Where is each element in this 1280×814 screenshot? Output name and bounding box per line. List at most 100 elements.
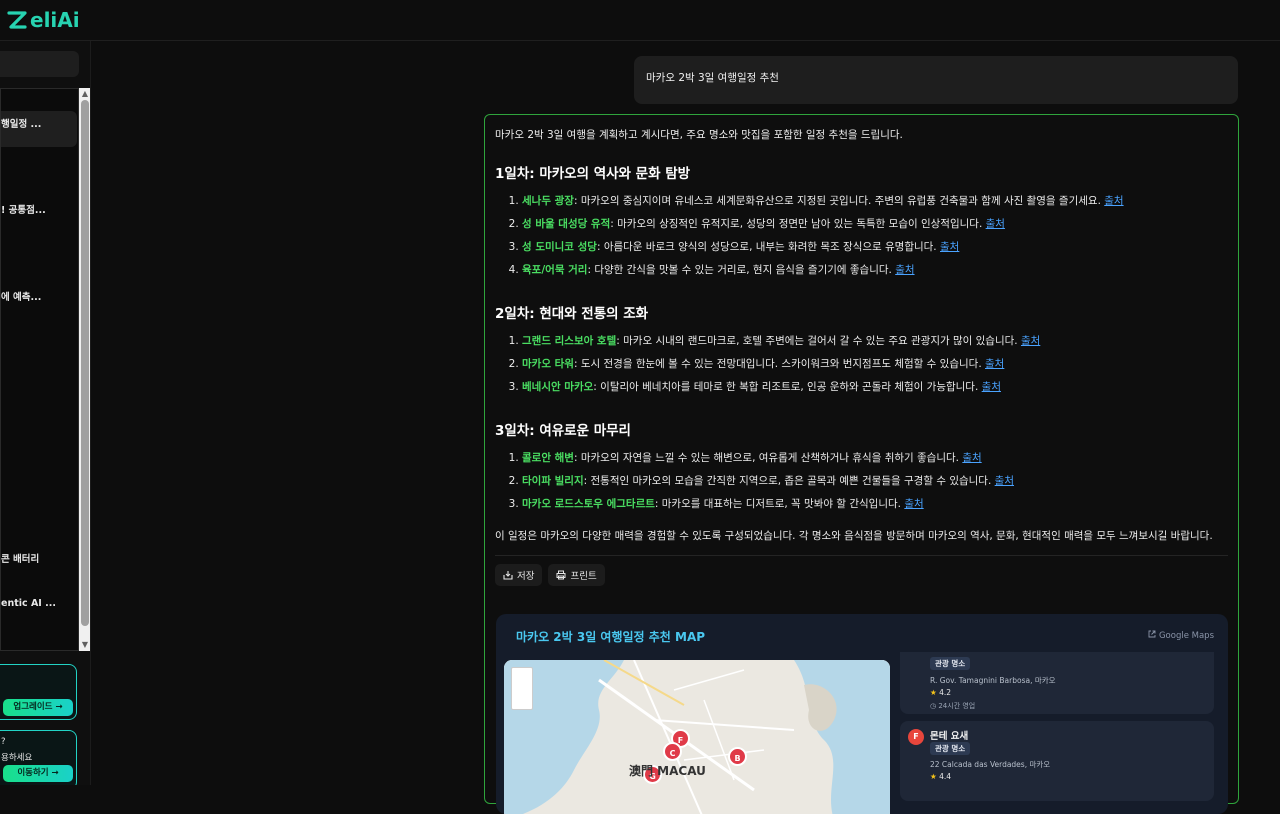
poi-rating: ★ 4.2 [930,688,951,697]
move-promo-card: ? 용하세요 이동하기 → [0,730,77,785]
itinerary-item: 타이파 빌리지: 전통적인 마카오의 모습을 간직한 지역으로, 좁은 골목과 … [522,470,1228,493]
sidebar-search-input[interactable] [0,51,79,77]
print-label: 프린트 [570,571,597,582]
source-link[interactable]: 출처 [982,381,1001,393]
poi-rating-value: 4.4 [939,772,952,781]
star-icon: ★ [930,688,937,697]
source-link[interactable]: 출처 [904,498,923,510]
poi-tag: 관광 명소 [930,657,971,670]
itinerary-item: 육포/어묵 거리: 다양한 간식을 맛볼 수 있는 거리로, 현지 음식을 즐기… [522,259,1228,282]
poi-address: R. Gov. Tamagnini Barbosa, 마카오 [930,676,1056,685]
answer-actions: 저장 프린트 [495,564,1228,586]
move-button[interactable]: 이동하기 → [3,765,73,782]
conversation-title: 콘 배터리 [1,554,40,565]
conversation-item[interactable]: 에 예측... [1,284,77,320]
scroll-down-arrow-icon[interactable]: ▼ [79,639,90,651]
place-name: 세나두 광장 [522,195,574,207]
clock-icon: ◷ [930,702,937,710]
scroll-thumb[interactable] [81,100,89,626]
conversation-item[interactable]: ! 공통점... [1,197,77,233]
itinerary-item: 성 바울 대성당 유적: 마카오의 상징적인 유적지로, 성당의 정면만 남아 … [522,213,1228,236]
day-heading: 1일차: 마카오의 역사와 문화 탐방 [495,166,691,182]
place-name: 베네시안 마카오 [522,381,594,393]
poi-marker-icon: F [908,729,924,745]
place-description: : 마카오의 상징적인 유적지로, 성당의 정면만 남아 있는 독특한 모습이 … [610,218,986,230]
answer-outro: 이 일정은 마카오의 다양한 매력을 경험할 수 있도록 구성되었습니다. 각 … [495,530,1213,542]
poi-list: 관광 명소 R. Gov. Tamagnini Barbosa, 마카오 ★ 4… [900,652,1214,814]
source-link[interactable]: 출처 [1104,195,1123,207]
source-link[interactable]: 출처 [895,264,914,276]
upgrade-button[interactable]: 업그레이드 → [3,699,73,716]
map-background [504,660,890,814]
print-button[interactable]: 프린트 [548,564,605,586]
conversation-title: 에 예측... [1,292,42,303]
map-title: 마카오 2박 3일 여행일정 추천 MAP [516,630,706,644]
itinerary-item: 세나두 광장: 마카오의 중심지이며 유네스코 세계문화유산으로 지정된 곳입니… [522,190,1228,213]
external-link-icon [1148,630,1156,638]
map-view[interactable]: F C B G 澳門 MACAU [504,660,890,814]
place-description: : 마카오의 중심지이며 유네스코 세계문화유산으로 지정된 곳입니다. 주변의… [573,195,1105,207]
source-link[interactable]: 출처 [995,475,1014,487]
itinerary: 1일차: 마카오의 역사와 문화 탐방세나두 광장: 마카오의 중심지이며 유네… [495,162,1228,516]
print-icon [556,570,566,580]
day-list: 콜로안 해변: 마카오의 자연을 느낄 수 있는 해변으로, 여유롭게 산책하거… [522,447,1228,516]
source-link[interactable]: 출처 [940,241,959,253]
place-name: 마카오 타워 [522,358,574,370]
place-name: 육포/어묵 거리 [522,264,588,276]
day-heading: 2일차: 현대와 전통의 조화 [495,306,649,322]
poi-hours: ◷ 24시간 영업 [930,701,975,711]
map-pin[interactable]: C [663,742,682,761]
star-icon: ★ [930,772,937,781]
place-name: 타이파 빌리지 [522,475,584,487]
sidebar: 행일정 ... ! 공통점... 에 예측... 콘 배터리 entic AI … [0,41,91,785]
save-button[interactable]: 저장 [495,564,543,586]
google-maps-link[interactable]: Google Maps [1148,630,1214,641]
poi-name: 몬테 요새 [930,731,969,742]
itinerary-item: 콜로안 해변: 마카오의 자연을 느낄 수 있는 해변으로, 여유롭게 산책하거… [522,447,1228,470]
day-list: 세나두 광장: 마카오의 중심지이며 유네스코 세계문화유산으로 지정된 곳입니… [522,190,1228,282]
save-icon [503,571,513,580]
app-logo[interactable]: eliAi [6,8,80,32]
map-city-label: 澳門 MACAU [629,764,706,778]
conversation-title: entic AI ... [1,598,56,609]
place-name: 성 바울 대성당 유적 [522,218,611,230]
zoom-control[interactable] [511,667,533,710]
poi-rating-value: 4.2 [939,688,952,697]
scroll-up-arrow-icon[interactable]: ▲ [79,88,90,100]
source-link[interactable]: 출처 [962,452,981,464]
day-heading: 3일차: 여유로운 마무리 [495,423,631,439]
source-link[interactable]: 출처 [1021,335,1040,347]
conversation-title: 행일정 ... [1,119,42,130]
conversation-title: ! 공통점... [1,205,46,216]
place-description: : 마카오 시내의 랜드마크로, 호텔 주변에는 걸어서 갈 수 있는 주요 관… [616,335,1021,347]
conversation-item[interactable]: 행일정 ... [1,111,77,147]
sidebar-scrollbar[interactable]: ▲ ▼ [79,88,90,651]
save-label: 저장 [517,571,535,582]
user-message: 마카오 2박 3일 여행일정 추천 [634,56,1238,104]
itinerary-item: 마카오 로드스토우 에그타르트: 마카오를 대표하는 디저트로, 꼭 맛봐야 할… [522,493,1228,516]
conversation-item[interactable]: 콘 배터리 [1,546,77,582]
poi-card[interactable]: F 몬테 요새 관광 명소 22 Calcada das Verdades, 마… [900,721,1214,801]
itinerary-item: 마카오 타워: 도시 전경을 한눈에 볼 수 있는 전망대입니다. 스카이워크와… [522,353,1228,376]
logo-text: eliAi [30,8,80,32]
place-description: : 도시 전경을 한눈에 볼 수 있는 전망대입니다. 스카이워크와 번지점프도… [573,358,985,370]
place-description: : 전통적인 마카오의 모습을 간직한 지역으로, 좁은 골목과 예쁜 건물들을… [583,475,995,487]
map-card: 마카오 2박 3일 여행일정 추천 MAP Google Maps F C B … [496,614,1228,814]
place-name: 콜로안 해변 [522,452,574,464]
poi-card[interactable]: 관광 명소 R. Gov. Tamagnini Barbosa, 마카오 ★ 4… [900,652,1214,714]
logo-icon [7,11,27,29]
top-bar: eliAi [0,0,1280,41]
promo-text: ? [1,737,6,747]
day-list: 그랜드 리스보아 호텔: 마카오 시내의 랜드마크로, 호텔 주변에는 걸어서 … [522,330,1228,399]
promo-text: 용하세요 [1,753,33,763]
map-pin[interactable]: B [728,747,747,766]
place-description: : 아름다운 바로크 양식의 성당으로, 내부는 화려한 목조 장식으로 유명합… [596,241,940,253]
conversation-item[interactable]: entic AI ... [1,590,77,626]
answer-intro: 마카오 2박 3일 여행을 계획하고 계시다면, 주요 명소와 맛집을 포함한 … [495,129,903,141]
place-name: 성 도미니코 성당 [522,241,597,253]
source-link[interactable]: 출처 [986,218,1005,230]
itinerary-item: 그랜드 리스보아 호텔: 마카오 시내의 랜드마크로, 호텔 주변에는 걸어서 … [522,330,1228,353]
source-link[interactable]: 출처 [985,358,1004,370]
itinerary-item: 베네시안 마카오: 이탈리아 베네치아를 테마로 한 복합 리조트로, 인공 운… [522,376,1228,399]
google-maps-label: Google Maps [1158,631,1214,641]
